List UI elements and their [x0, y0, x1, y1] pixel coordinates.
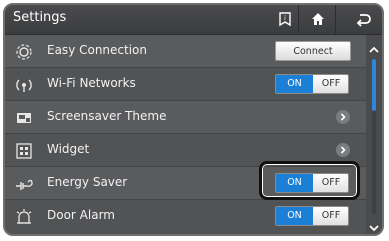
settings-item-easy-connection[interactable]: Easy Connection Connect [5, 35, 366, 68]
widget-icon [14, 141, 34, 161]
toggle-off-option[interactable]: OFF [313, 75, 348, 93]
settings-list: Easy Connection Connect Wi-Fi Networks O… [5, 35, 366, 234]
page-title: Settings [13, 10, 67, 25]
settings-item-door-alarm[interactable]: Door Alarm ON OFF [5, 200, 366, 234]
settings-item-screensaver-theme[interactable]: Screensaver Theme [5, 101, 366, 134]
toggle-on-option[interactable]: ON [276, 207, 313, 225]
chevron-right-icon[interactable] [336, 143, 350, 157]
screensaver-icon [14, 108, 34, 128]
energy-saver-highlight [259, 161, 360, 200]
easy-connection-icon [14, 42, 34, 62]
wifi-icon [14, 75, 34, 95]
door-alarm-toggle[interactable]: ON OFF [275, 206, 349, 226]
settings-item-label: Wi-Fi Networks [47, 76, 136, 90]
settings-item-wifi-networks[interactable]: Wi-Fi Networks ON OFF [5, 68, 366, 101]
scrollbar[interactable] [366, 35, 382, 234]
manual-icon[interactable]: i [276, 10, 294, 28]
settings-panel: Settings i Easy Connection Connect Wi-Fi… [3, 3, 384, 236]
title-divider [335, 5, 336, 34]
chevron-up-icon[interactable] [368, 41, 380, 53]
settings-item-label: Door Alarm [47, 208, 115, 222]
chevron-down-icon[interactable] [368, 219, 380, 232]
wifi-toggle[interactable]: ON OFF [275, 74, 349, 94]
settings-item-label: Widget [47, 142, 90, 156]
scroll-thumb[interactable] [372, 59, 376, 111]
back-icon[interactable] [354, 10, 372, 28]
connect-button[interactable]: Connect [275, 41, 351, 61]
door-alarm-icon [14, 207, 34, 227]
svg-text:i: i [284, 15, 286, 22]
title-divider [298, 5, 299, 34]
title-bar: Settings i [5, 5, 382, 35]
settings-item-label: Easy Connection [47, 43, 148, 57]
settings-item-label: Screensaver Theme [47, 109, 167, 123]
home-icon[interactable] [309, 10, 327, 28]
settings-item-label: Energy Saver [47, 175, 128, 189]
chevron-right-icon[interactable] [336, 110, 350, 124]
toggle-off-option[interactable]: OFF [313, 207, 348, 225]
toggle-on-option[interactable]: ON [276, 75, 313, 93]
energy-saver-icon [14, 174, 34, 194]
